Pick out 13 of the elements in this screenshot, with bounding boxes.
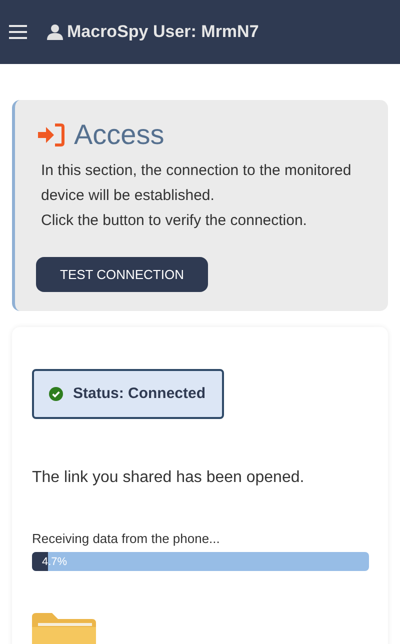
message-text: The link you shared has been opened. xyxy=(32,468,306,488)
sign-in-icon xyxy=(36,123,66,147)
status-text: Status: Connected xyxy=(73,384,206,404)
progress-caption: Receiving data from the phone... xyxy=(32,530,221,548)
folder-icon xyxy=(32,610,96,644)
header-title: MacroSpy User: MrmN7 xyxy=(67,21,259,44)
description-text: In this section, the connection to the monitored device will be established. xyxy=(41,161,352,206)
section-title: Access xyxy=(74,118,164,152)
menu-icon[interactable] xyxy=(9,24,27,40)
test-connection-button[interactable]: TEST CONNECTION xyxy=(36,257,208,292)
check-icon xyxy=(49,387,63,401)
description-text: Click the button to verify the connection. xyxy=(41,211,308,231)
user-icon xyxy=(47,24,63,40)
